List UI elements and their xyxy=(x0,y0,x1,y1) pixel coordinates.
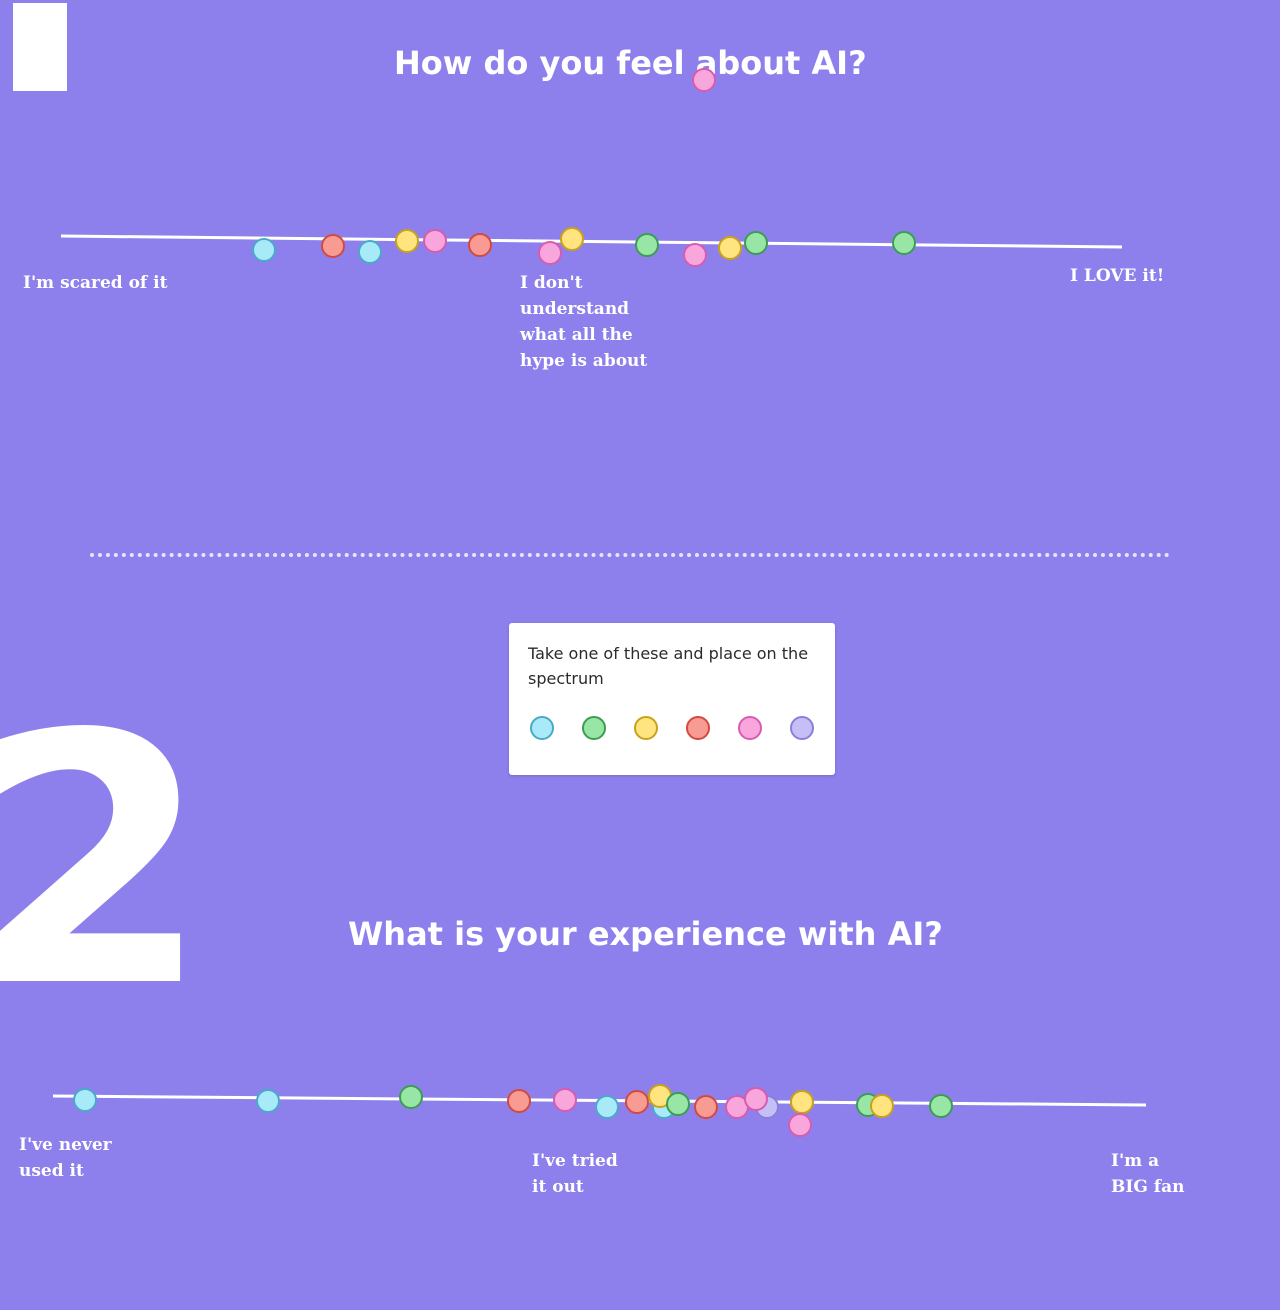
spectrum-2-right-label: I'm a BIG fan xyxy=(1111,1151,1185,1197)
yellow-placed-dot[interactable] xyxy=(718,236,742,260)
spectrum-2-left-label: I've never used it xyxy=(19,1135,112,1181)
green-placed-dot[interactable] xyxy=(666,1092,690,1116)
green-placed-dot[interactable] xyxy=(399,1085,423,1109)
spectrum-1-middle-label: I don't understand what all the hype is … xyxy=(520,273,648,371)
yellow-placed-dot[interactable] xyxy=(395,229,419,253)
red-placed-dot[interactable] xyxy=(321,234,345,258)
whiteboard-canvas[interactable]: 2 How do you feel about AI? I'm scared o… xyxy=(0,0,1280,1310)
pink-placed-dot[interactable] xyxy=(683,243,707,267)
red-placed-dot[interactable] xyxy=(507,1089,531,1113)
green-placed-dot[interactable] xyxy=(744,231,768,255)
spectrum-1-right-label: I LOVE it! xyxy=(1070,266,1165,286)
red-placed-dot[interactable] xyxy=(468,233,492,257)
blue-placed-dot[interactable] xyxy=(73,1088,97,1112)
pink-placed-dot[interactable] xyxy=(744,1087,768,1111)
yellow-dot-sticker[interactable] xyxy=(634,716,658,740)
pink-placed-dot[interactable] xyxy=(423,229,447,253)
red-placed-dot[interactable] xyxy=(625,1090,649,1114)
red-dot-sticker[interactable] xyxy=(686,716,710,740)
blue-placed-dot[interactable] xyxy=(256,1089,280,1113)
green-placed-dot[interactable] xyxy=(635,233,659,257)
pink-placed-dot[interactable] xyxy=(692,68,716,92)
blue-placed-dot[interactable] xyxy=(595,1095,619,1119)
green-placed-dot[interactable] xyxy=(892,231,916,255)
section-divider xyxy=(90,553,1170,557)
blue-placed-dot[interactable] xyxy=(252,238,276,262)
pink-placed-dot[interactable] xyxy=(553,1088,577,1112)
spectrum-2-middle-label: I've tried it out xyxy=(532,1151,618,1197)
blue-placed-dot[interactable] xyxy=(358,240,382,264)
pink-dot-sticker[interactable] xyxy=(738,716,762,740)
yellow-placed-dot[interactable] xyxy=(790,1090,814,1114)
pink-placed-dot[interactable] xyxy=(538,241,562,265)
yellow-placed-dot[interactable] xyxy=(870,1094,894,1118)
question-2-title: What is your experience with AI? xyxy=(348,915,943,953)
purple-dot-sticker[interactable] xyxy=(790,716,814,740)
spectrum-1-left-label: I'm scared of it xyxy=(23,273,168,293)
pink-placed-dot[interactable] xyxy=(788,1113,812,1137)
green-placed-dot[interactable] xyxy=(929,1094,953,1118)
red-placed-dot[interactable] xyxy=(694,1095,718,1119)
yellow-placed-dot[interactable] xyxy=(560,227,584,251)
instruction-text: Take one of these and place on the spect… xyxy=(528,644,809,688)
instruction-card: Take one of these and place on the spect… xyxy=(509,623,835,775)
green-dot-sticker[interactable] xyxy=(582,716,606,740)
blue-dot-sticker[interactable] xyxy=(530,716,554,740)
